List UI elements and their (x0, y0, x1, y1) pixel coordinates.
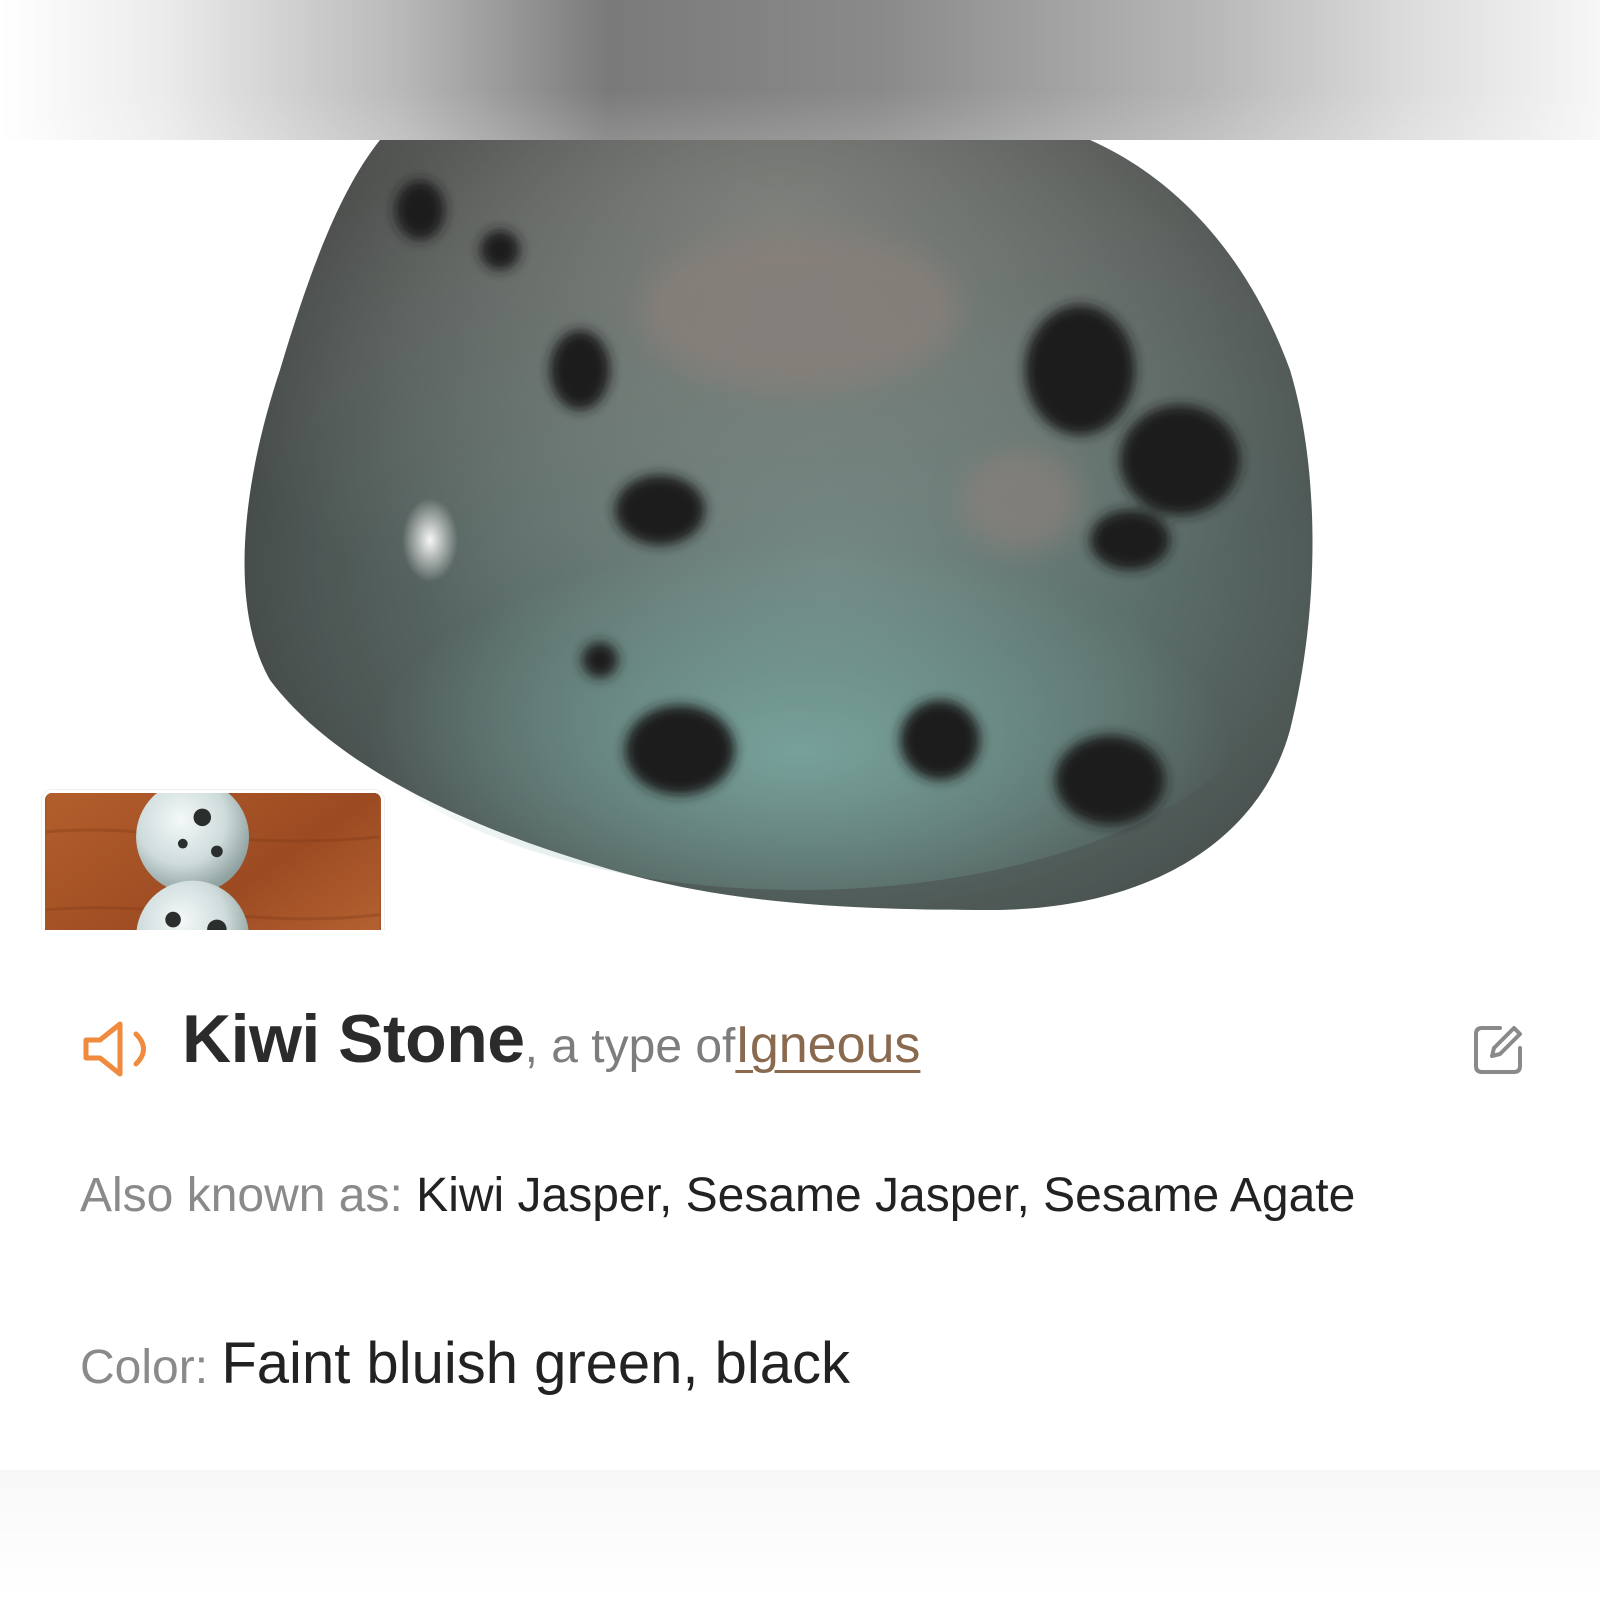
bottom-spacer (0, 1470, 1600, 1600)
color-value: Faint bluish green, black (221, 1331, 851, 1396)
color-row: Color: Faint bluish green, black (80, 1330, 850, 1397)
title-row: Kiwi Stone, a type of Igneous (80, 1000, 920, 1090)
rock-type-link[interactable]: Igneous (735, 1015, 920, 1075)
type-prefix: , a type of (524, 1020, 736, 1073)
stone-name: Kiwi Stone (182, 1001, 525, 1077)
stone-info-panel: Kiwi Stone, a type of Igneous Also known… (0, 930, 1600, 1470)
also-known-as: Also known as: Kiwi Jasper, Sesame Jaspe… (80, 1150, 1520, 1242)
edit-icon[interactable] (1470, 1022, 1526, 1078)
stone-hero-image[interactable] (0, 140, 1600, 1018)
speaker-icon[interactable] (80, 1018, 162, 1080)
top-blurred-image-strip (0, 0, 1600, 140)
aka-value: Kiwi Jasper, Sesame Jasper, Sesame Agate (416, 1169, 1356, 1222)
color-label: Color: (80, 1341, 222, 1394)
aka-label: Also known as: (80, 1169, 417, 1222)
